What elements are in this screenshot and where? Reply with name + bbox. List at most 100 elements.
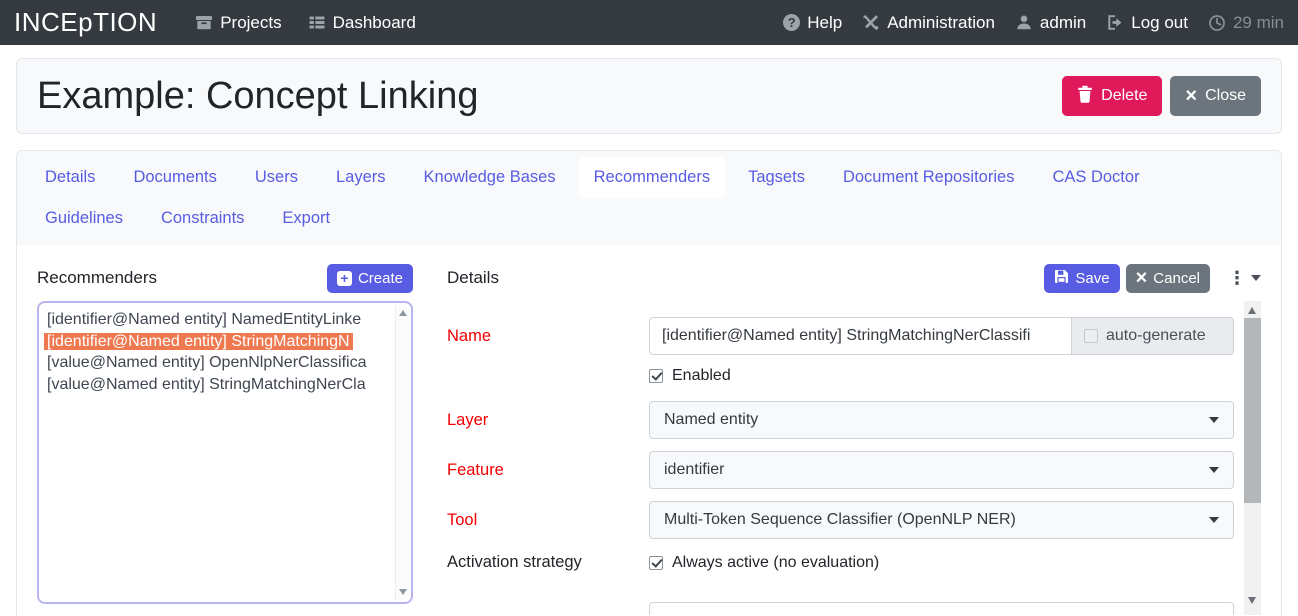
recommender-list-item[interactable]: [value@Named entity] StringMatchingNerCl… xyxy=(44,374,391,396)
feature-row: Feature identifier xyxy=(447,451,1234,489)
chevron-down-icon xyxy=(1209,517,1219,523)
project-settings-card: Details Documents Users Layers Knowledge… xyxy=(16,150,1282,616)
top-navbar: INCEpTION Projects Dashboard ? Help Admi… xyxy=(0,0,1298,45)
clipped-next-input[interactable] xyxy=(649,602,1234,615)
chevron-down-icon xyxy=(1209,417,1219,423)
enabled-label: Enabled xyxy=(672,367,731,385)
nav-dashboard[interactable]: Dashboard xyxy=(308,13,416,33)
layer-row: Layer Named entity xyxy=(447,401,1234,439)
logout-icon xyxy=(1106,14,1124,31)
trash-icon xyxy=(1077,85,1093,108)
clipped-next-field-row xyxy=(447,572,1234,615)
nav-administration-label: Administration xyxy=(887,13,995,33)
layer-select[interactable]: Named entity xyxy=(649,401,1234,439)
details-form: Name auto-generate xyxy=(447,301,1261,615)
close-button[interactable]: × Close xyxy=(1170,76,1261,116)
scrollbar-thumb[interactable] xyxy=(1244,318,1261,503)
cancel-button[interactable]: × Cancel xyxy=(1126,264,1210,293)
recommender-list-item-label: [identifier@Named entity] NamedEntityLin… xyxy=(44,311,364,328)
close-icon: × xyxy=(1185,86,1197,106)
scroll-down-icon[interactable] xyxy=(1248,597,1256,604)
recommender-list-item-label: [identifier@Named entity] StringMatching… xyxy=(44,333,353,350)
tab-knowledge-bases[interactable]: Knowledge Bases xyxy=(408,157,572,198)
recommenders-content: Recommenders + Create [identifier@Named … xyxy=(17,245,1281,615)
more-actions-dropdown[interactable]: ⋮ xyxy=(1228,269,1261,287)
tab-document-repositories[interactable]: Document Repositories xyxy=(827,157,1031,198)
tab-layers[interactable]: Layers xyxy=(320,157,402,198)
recommender-list-item-label: [value@Named entity] OpenNlpNerClassific… xyxy=(44,354,369,371)
details-scrollbar[interactable] xyxy=(1244,301,1261,615)
recommenders-panel: Recommenders + Create [identifier@Named … xyxy=(37,263,413,615)
user-icon xyxy=(1015,14,1033,31)
delete-button-label: Delete xyxy=(1101,87,1147,105)
tab-constraints[interactable]: Constraints xyxy=(145,198,260,239)
auto-generate-checkbox[interactable] xyxy=(1084,329,1098,343)
tools-icon xyxy=(862,14,880,31)
help-icon: ? xyxy=(783,14,800,31)
recommender-list-item-selected[interactable]: [identifier@Named entity] StringMatching… xyxy=(44,331,391,353)
list-icon xyxy=(308,14,326,31)
activation-strategy-label: Activation strategy xyxy=(447,553,649,572)
create-button-label: Create xyxy=(358,270,403,287)
tab-details[interactable]: Details xyxy=(29,157,111,198)
tab-cas-doctor[interactable]: CAS Doctor xyxy=(1036,157,1155,198)
recommenders-panel-title: Recommenders xyxy=(37,268,157,288)
name-input[interactable] xyxy=(649,317,1072,355)
scroll-up-icon[interactable] xyxy=(1248,307,1256,314)
scroll-down-icon[interactable] xyxy=(399,589,407,595)
chevron-down-icon xyxy=(1209,467,1219,473)
tool-row: Tool Multi-Token Sequence Classifier (Op… xyxy=(447,501,1234,539)
delete-button[interactable]: Delete xyxy=(1062,76,1162,116)
nav-help[interactable]: ? Help xyxy=(783,13,842,33)
tab-guidelines[interactable]: Guidelines xyxy=(29,198,139,239)
name-row: Name auto-generate xyxy=(447,317,1234,355)
tool-select-value: Multi-Token Sequence Classifier (OpenNLP… xyxy=(664,511,1016,529)
nav-help-label: Help xyxy=(807,13,842,33)
details-panel: Details Save × Cancel ⋮ xyxy=(447,263,1261,615)
always-active-label: Always active (no evaluation) xyxy=(672,554,879,572)
save-icon xyxy=(1054,269,1069,288)
session-timer: 29 min xyxy=(1208,13,1284,33)
nav-projects[interactable]: Projects xyxy=(195,13,281,33)
tab-recommenders[interactable]: Recommenders xyxy=(578,157,726,198)
nav-logout-label: Log out xyxy=(1131,13,1188,33)
recommender-list-item-label: [value@Named entity] StringMatchingNerCl… xyxy=(44,376,369,393)
cancel-icon: × xyxy=(1136,268,1148,288)
tab-export[interactable]: Export xyxy=(266,198,346,239)
feature-select[interactable]: identifier xyxy=(649,451,1234,489)
feature-label: Feature xyxy=(447,461,649,480)
cancel-button-label: Cancel xyxy=(1153,270,1200,287)
project-header: Example: Concept Linking Delete × Close xyxy=(16,58,1282,134)
name-label: Name xyxy=(447,327,649,346)
scroll-up-icon[interactable] xyxy=(399,310,407,316)
tab-tagsets[interactable]: Tagsets xyxy=(732,157,821,198)
recommender-list-item[interactable]: [value@Named entity] OpenNlpNerClassific… xyxy=(44,352,391,374)
auto-generate-label: auto-generate xyxy=(1106,327,1206,345)
tab-bar: Details Documents Users Layers Knowledge… xyxy=(17,151,1281,245)
details-panel-title: Details xyxy=(447,268,499,288)
page-title: Example: Concept Linking xyxy=(37,75,478,118)
nav-administration[interactable]: Administration xyxy=(862,13,995,33)
listbox-scrollbar[interactable] xyxy=(395,305,409,600)
tab-documents[interactable]: Documents xyxy=(117,157,232,198)
save-button[interactable]: Save xyxy=(1044,264,1119,293)
nav-dashboard-label: Dashboard xyxy=(333,13,416,33)
always-active-checkbox[interactable] xyxy=(649,556,663,570)
save-button-label: Save xyxy=(1075,270,1109,287)
enabled-row: Enabled xyxy=(447,367,1234,385)
nav-user-label: admin xyxy=(1040,13,1086,33)
app-brand[interactable]: INCEpTION xyxy=(14,7,157,38)
create-button[interactable]: + Create xyxy=(327,264,413,293)
enabled-checkbox[interactable] xyxy=(649,369,663,383)
nav-user[interactable]: admin xyxy=(1015,13,1086,33)
tab-users[interactable]: Users xyxy=(239,157,314,198)
recommender-list-item[interactable]: [identifier@Named entity] NamedEntityLin… xyxy=(44,309,391,331)
nav-logout[interactable]: Log out xyxy=(1106,13,1188,33)
chevron-down-icon xyxy=(1251,275,1261,281)
plus-square-icon: + xyxy=(337,271,352,286)
layer-label: Layer xyxy=(447,411,649,430)
tool-label: Tool xyxy=(447,511,649,530)
recommender-listbox[interactable]: [identifier@Named entity] NamedEntityLin… xyxy=(37,301,413,604)
activation-strategy-row: Activation strategy Always active (no ev… xyxy=(447,553,1234,572)
tool-select[interactable]: Multi-Token Sequence Classifier (OpenNLP… xyxy=(649,501,1234,539)
